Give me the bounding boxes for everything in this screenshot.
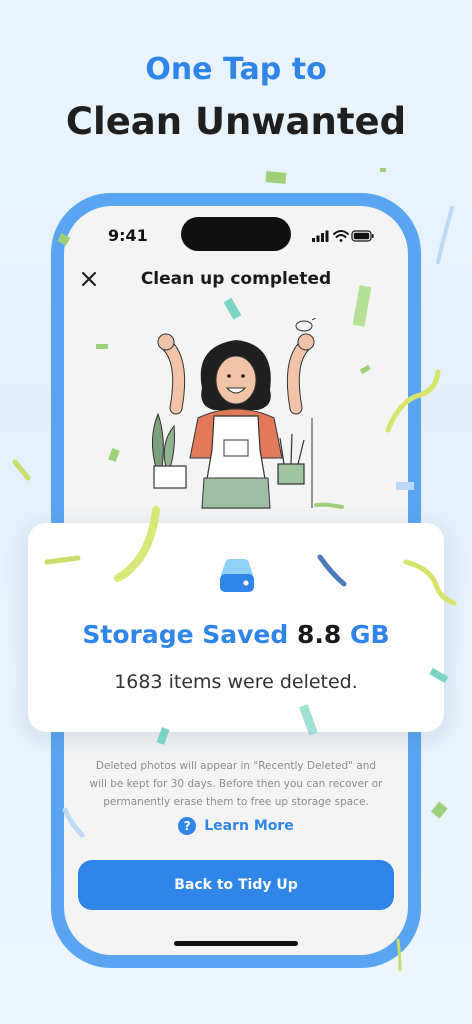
- screen-title: Clean up completed: [140, 269, 332, 289]
- result-card: Storage Saved 8.8 GB 1683 items were del…: [28, 523, 444, 732]
- items-deleted-text: 1683 items were deleted.: [114, 671, 358, 693]
- wifi-icon: [333, 230, 349, 242]
- signal-icon: [312, 230, 329, 242]
- battery-icon: [351, 230, 374, 242]
- headline-line-1: One Tap to: [145, 52, 327, 87]
- learn-more-link[interactable]: ? Learn More: [64, 817, 408, 835]
- status-time: 9:41: [108, 226, 148, 245]
- question-icon: ?: [178, 817, 197, 835]
- headline-line-2: Clean Unwanted: [65, 100, 407, 143]
- storage-saved-text: Storage Saved 8.8 GB: [28, 620, 444, 649]
- recently-deleted-info: Deleted photos will appear in "Recently …: [89, 760, 383, 808]
- celebration-illustration: [152, 318, 317, 509]
- back-to-tidy-up-button[interactable]: Back to Tidy Up: [78, 860, 394, 910]
- storage-saved-label: Storage Saved: [82, 620, 289, 649]
- storage-saved-unit: GB: [350, 620, 390, 649]
- dynamic-island: [181, 217, 291, 251]
- home-indicator: [174, 941, 298, 946]
- storage-saved-amount: 8.8: [297, 620, 342, 649]
- learn-more-label: Learn More: [204, 818, 294, 834]
- storage-drive-icon: [220, 559, 254, 592]
- status-icons: [312, 228, 374, 247]
